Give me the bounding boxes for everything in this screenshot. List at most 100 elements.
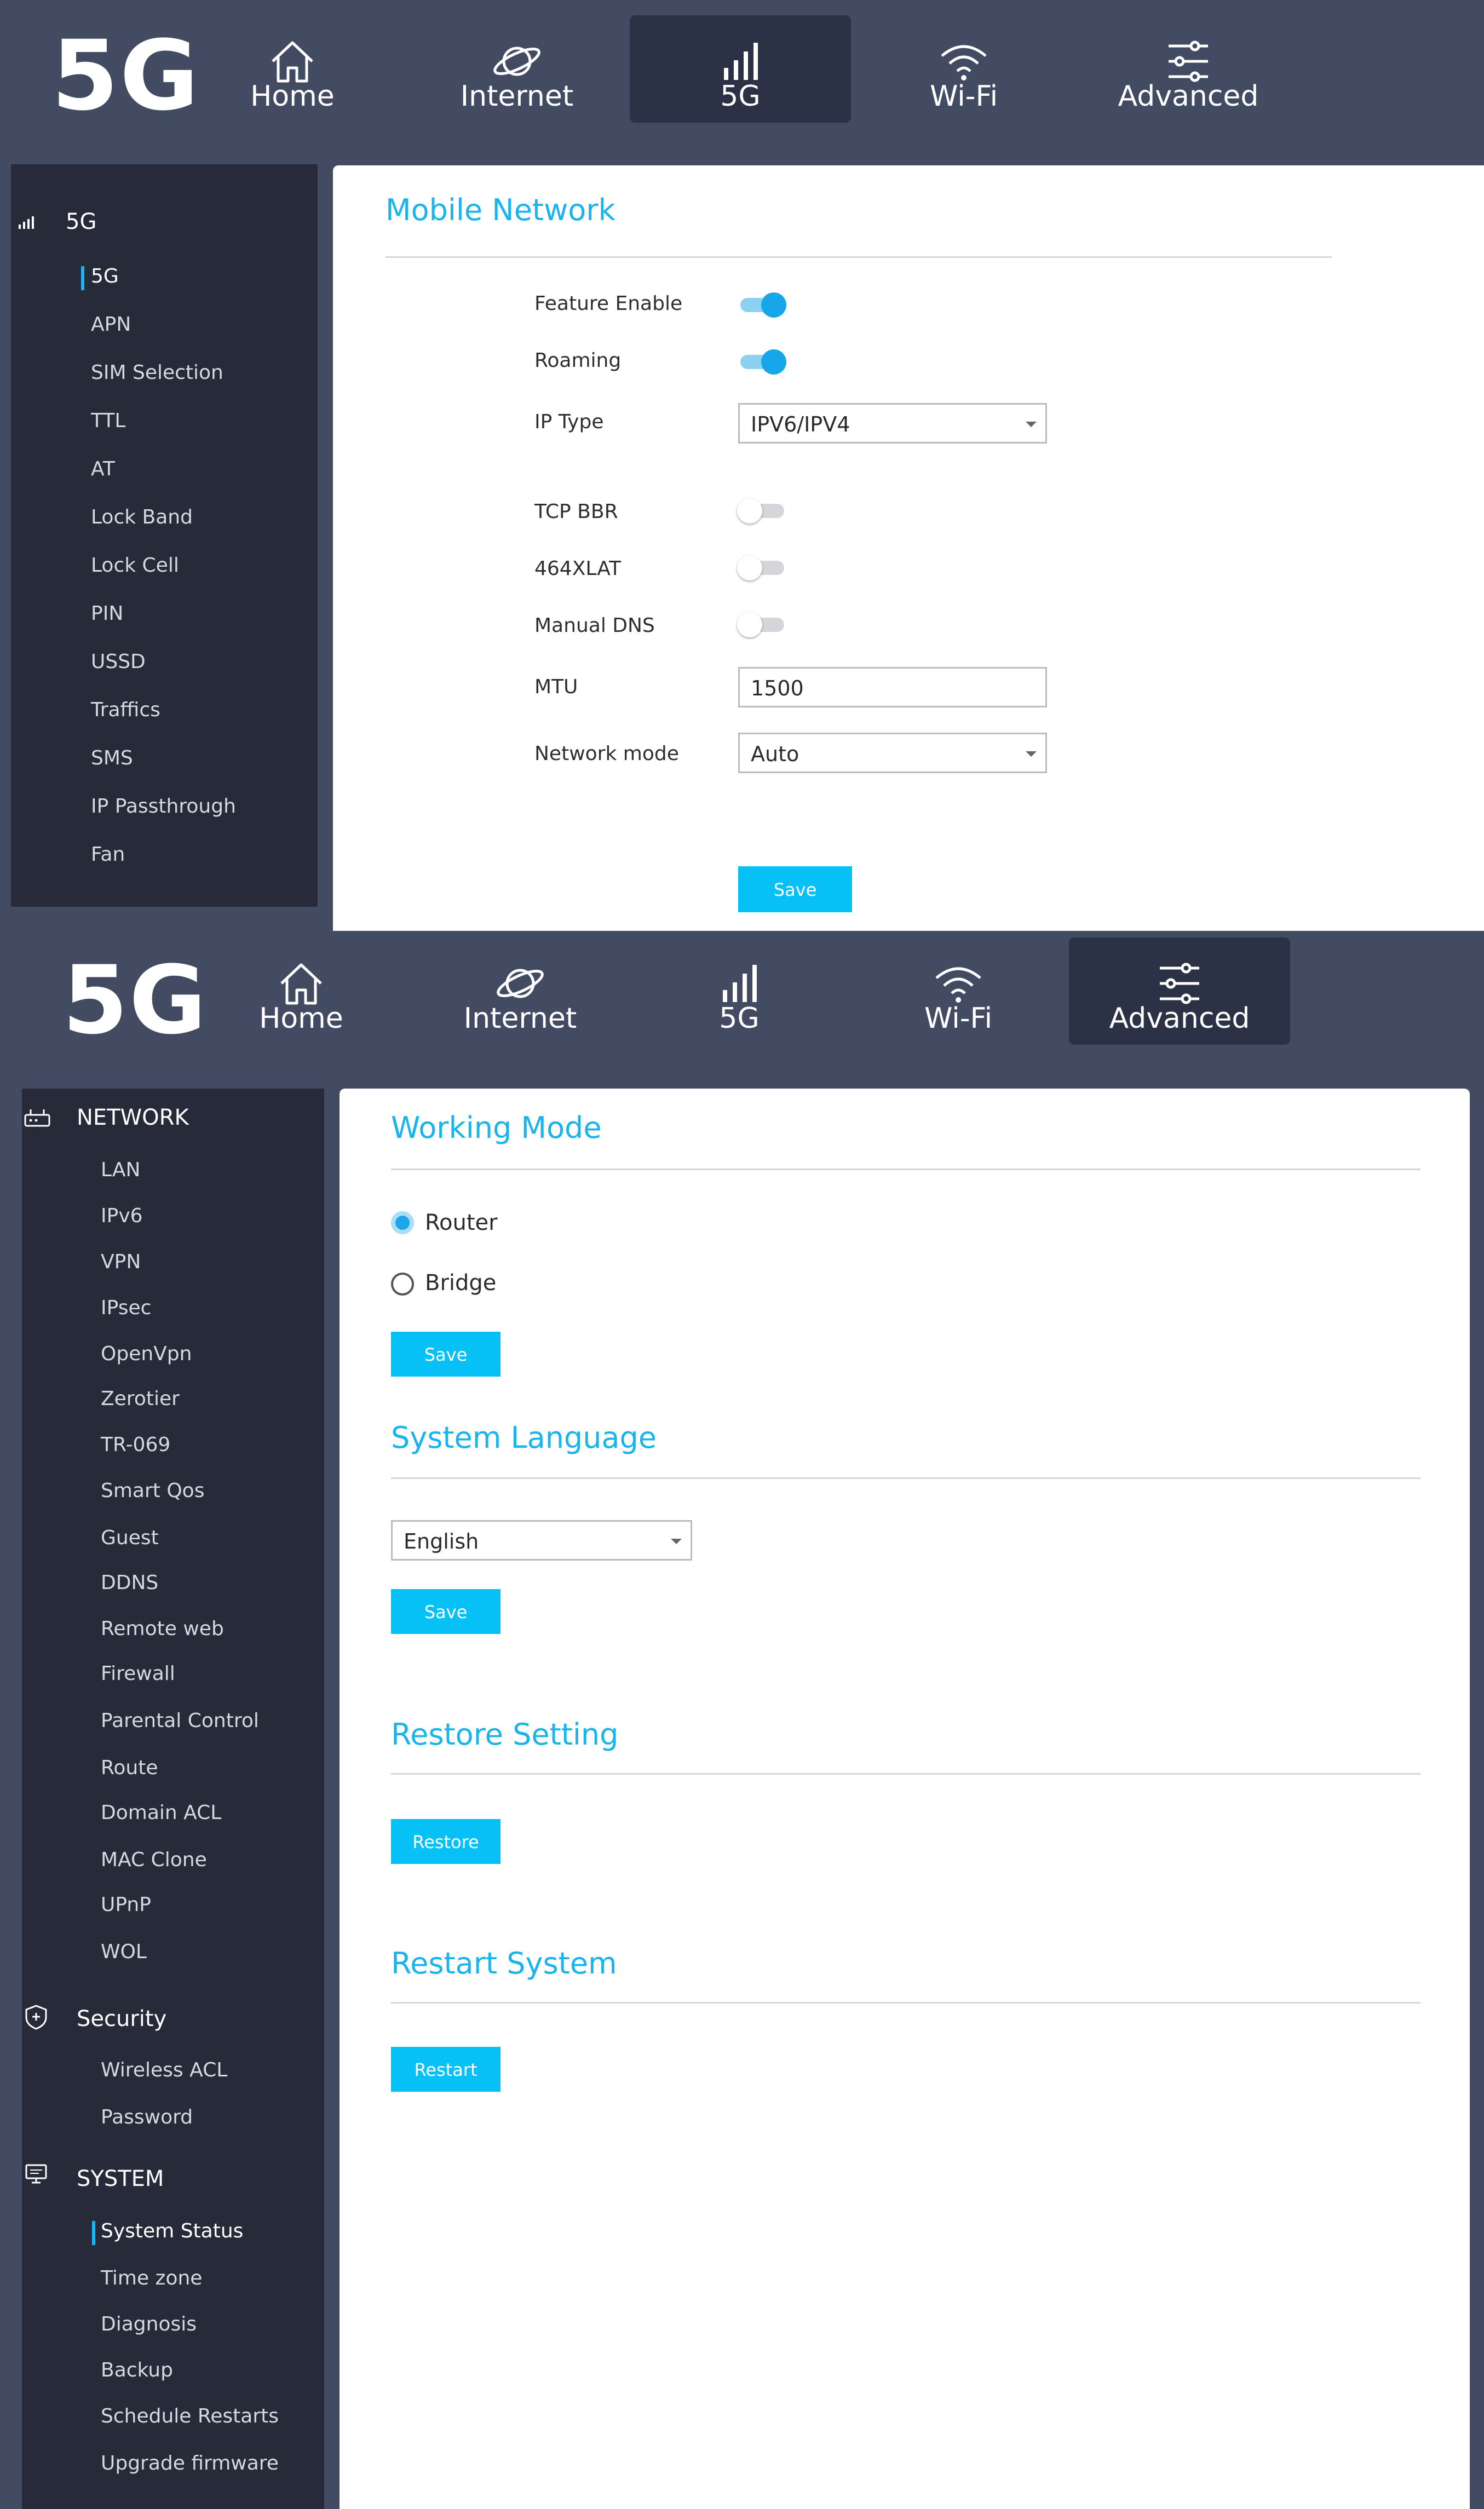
sidebar-item-ddns[interactable]: DDNS: [101, 1572, 158, 1594]
title-divider: [386, 256, 1332, 258]
sidebar-item-domain-acl[interactable]: Domain ACL: [101, 1802, 221, 1824]
sidebar-item-ip-passthrough[interactable]: IP Passthrough: [91, 795, 236, 818]
router-label: Router: [425, 1210, 498, 1235]
active-item-marker: [92, 2221, 95, 2245]
save-button[interactable]: Save: [738, 866, 852, 912]
464xlat-toggle[interactable]: [737, 553, 786, 580]
screen-5g-mobile-network: 5G Home Internet 5G Wi-Fi Advanced 5G 5G…: [0, 0, 1484, 931]
router-radio[interactable]: [391, 1211, 414, 1234]
sidebar-item-vpn[interactable]: VPN: [101, 1251, 141, 1273]
sidebar-item-parental-control[interactable]: Parental Control: [101, 1710, 259, 1732]
router-icon: [24, 1109, 50, 1127]
sidebar-item-wireless-acl[interactable]: Wireless ACL: [101, 2059, 227, 2081]
ip-type-select[interactable]: IPV6/IPV4: [738, 403, 1047, 444]
sidebar-heading-5g: 5G: [66, 209, 97, 234]
manual-dns-toggle[interactable]: [737, 610, 786, 637]
nav-wifi[interactable]: Wi-Fi: [853, 15, 1074, 123]
sidebar-item-upgrade-firmware[interactable]: Upgrade firmware: [101, 2452, 279, 2475]
sidebar-item-ipv6[interactable]: IPv6: [101, 1205, 143, 1227]
sidebar-item-ussd[interactable]: USSD: [91, 651, 146, 673]
nav-5g[interactable]: 5G: [630, 15, 851, 123]
bridge-radio[interactable]: [391, 1273, 414, 1296]
sidebar-item-lan[interactable]: LAN: [101, 1159, 140, 1181]
sidebar-item-guest[interactable]: Guest: [101, 1527, 159, 1549]
sidebar-item-traffics[interactable]: Traffics: [91, 699, 160, 721]
language-select[interactable]: English: [391, 1520, 692, 1561]
sidebar-item-at[interactable]: AT: [91, 458, 115, 480]
sidebar-item-ttl[interactable]: TTL: [91, 410, 125, 432]
sidebar-item-tr069[interactable]: TR-069: [101, 1434, 170, 1456]
nav-home[interactable]: Home: [182, 15, 403, 123]
screen-advanced-system: 5G Home Internet 5G Wi-Fi Advanced NETWO…: [0, 931, 1484, 2509]
nav-home[interactable]: Home: [191, 937, 412, 1045]
nav-advanced[interactable]: Advanced: [1078, 15, 1299, 123]
sidebar-item-schedule-restarts[interactable]: Schedule Restarts: [101, 2405, 279, 2427]
system-language-divider: [391, 1477, 1420, 1479]
chevron-down-icon: [671, 1539, 682, 1544]
restart-system-title: Restart System: [391, 1946, 617, 1981]
roaming-toggle[interactable]: [737, 347, 786, 375]
sidebar-item-backup[interactable]: Backup: [101, 2359, 173, 2381]
restore-setting-divider: [391, 1773, 1420, 1775]
network-mode-select[interactable]: Auto: [738, 733, 1047, 773]
sidebar-item-firewall[interactable]: Firewall: [101, 1662, 175, 1685]
sidebar-item-sms[interactable]: SMS: [91, 747, 133, 769]
nav-home-label: Home: [259, 1002, 343, 1035]
nav-internet-label: Internet: [463, 1002, 577, 1035]
sidebar-item-mac-clone[interactable]: MAC Clone: [101, 1849, 207, 1871]
nav-5g[interactable]: 5G: [629, 937, 850, 1045]
nav-internet[interactable]: Internet: [410, 937, 631, 1045]
language-value: English: [404, 1529, 479, 1553]
network-mode-value: Auto: [751, 742, 799, 766]
nav-advanced[interactable]: Advanced: [1069, 937, 1290, 1045]
working-mode-title: Working Mode: [391, 1110, 602, 1145]
active-item-marker: [81, 266, 84, 290]
sidebar-item-smart-qos[interactable]: Smart Qos: [101, 1480, 204, 1502]
working-mode-save-button[interactable]: Save: [391, 1332, 501, 1377]
sidebar-item-password[interactable]: Password: [101, 2106, 193, 2128]
sidebar-item-time-zone[interactable]: Time zone: [101, 2267, 202, 2289]
advanced-system-panel: Working Mode Router Bridge Save System L…: [340, 1089, 1470, 2509]
feature-enable-toggle[interactable]: [737, 290, 786, 318]
network-mode-label: Network mode: [534, 743, 679, 765]
ip-type-label: IP Type: [534, 411, 604, 433]
sidebar-item-diagnosis[interactable]: Diagnosis: [101, 2313, 197, 2335]
restore-button[interactable]: Restore: [391, 1819, 501, 1864]
mtu-value: 1500: [751, 676, 804, 700]
sidebar-item-openvpn[interactable]: OpenVpn: [101, 1343, 192, 1365]
sidebar-item-wol[interactable]: WOL: [101, 1941, 147, 1963]
restart-button[interactable]: Restart: [391, 2047, 501, 2092]
nav-advanced-label: Advanced: [1118, 80, 1259, 113]
sidebar-item-route[interactable]: Route: [101, 1757, 158, 1779]
sidebar-item-ipsec[interactable]: IPsec: [101, 1297, 151, 1319]
464xlat-label: 464XLAT: [534, 557, 622, 580]
sidebar-item-lock-band[interactable]: Lock Band: [91, 506, 193, 528]
nav-wifi-label: Wi-Fi: [924, 1002, 993, 1035]
sidebar-item-zerotier[interactable]: Zerotier: [101, 1388, 180, 1410]
nav-internet[interactable]: Internet: [406, 15, 628, 123]
sidebar-item-fan[interactable]: Fan: [91, 843, 125, 866]
sidebar-item-system-status[interactable]: System Status: [101, 2220, 243, 2242]
mtu-label: MTU: [534, 676, 578, 698]
sidebar-item-sim-selection[interactable]: SIM Selection: [91, 361, 223, 384]
sidebar-item-remote-web[interactable]: Remote web: [101, 1618, 224, 1640]
sidebar-item-upnp[interactable]: UPnP: [101, 1894, 151, 1916]
nav-wifi[interactable]: Wi-Fi: [848, 937, 1069, 1045]
sidebar-item-apn[interactable]: APN: [91, 313, 131, 336]
nav-5g-label: 5G: [720, 80, 761, 113]
chevron-down-icon: [1026, 422, 1037, 427]
sidebar-heading-system: SYSTEM: [77, 2166, 164, 2191]
language-save-button[interactable]: Save: [391, 1589, 501, 1634]
shield-icon: [25, 2005, 47, 2030]
mtu-input[interactable]: 1500: [738, 667, 1047, 707]
sidebar-item-pin[interactable]: PIN: [91, 602, 123, 625]
sidebar-item-5g[interactable]: 5G: [91, 265, 119, 287]
sidebar-heading-network: NETWORK: [77, 1105, 189, 1130]
system-language-title: System Language: [391, 1420, 657, 1455]
tcp-bbr-toggle[interactable]: [737, 496, 786, 523]
sidebar: NETWORK LAN IPv6 VPN IPsec OpenVpn Zerot…: [22, 1089, 324, 2509]
sidebar-item-lock-cell[interactable]: Lock Cell: [91, 554, 179, 577]
feature-enable-label: Feature Enable: [534, 292, 683, 315]
bridge-label: Bridge: [425, 1270, 497, 1296]
signal-icon: [19, 216, 34, 229]
